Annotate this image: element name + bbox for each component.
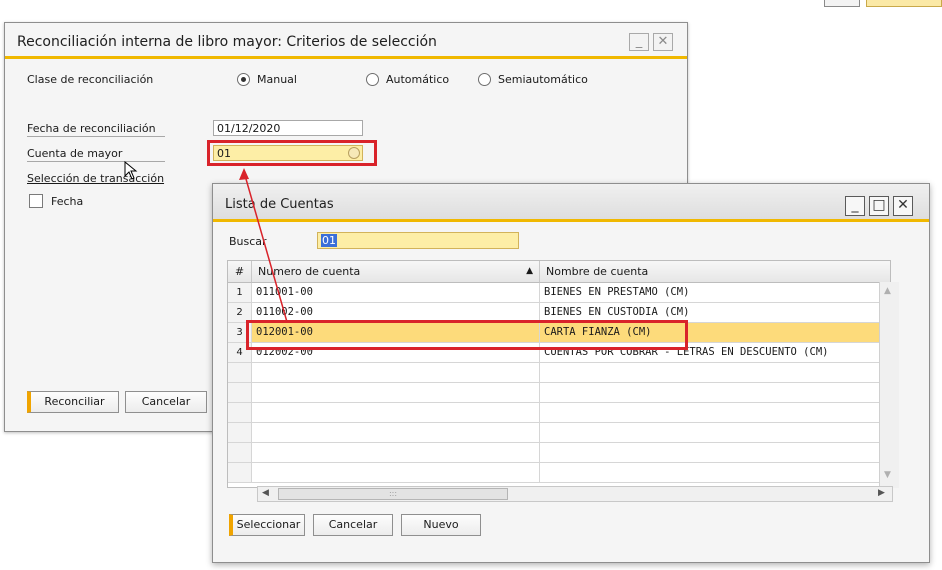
- radio-semiautomatic-label[interactable]: Semiautomático: [498, 73, 588, 86]
- row-number: 4: [228, 343, 252, 362]
- search-label: Buscar: [229, 235, 267, 248]
- empty-row: [228, 403, 890, 423]
- radio-automatic-label[interactable]: Automático: [386, 73, 449, 86]
- account-input[interactable]: 01: [213, 145, 363, 161]
- account-input-value: 01: [217, 147, 231, 160]
- dialog-cancel-button[interactable]: Cancelar: [313, 514, 393, 536]
- radio-manual[interactable]: [237, 73, 250, 86]
- empty-row: [228, 443, 890, 463]
- reconcile-button[interactable]: Reconciliar: [27, 391, 119, 413]
- account-list-dialog: Lista de Cuentas _ □ ✕ Buscar 01 # Numer…: [212, 183, 930, 563]
- dialog-title-bar: Lista de Cuentas _ □ ✕: [213, 184, 929, 222]
- search-input-value: 01: [321, 234, 337, 247]
- new-button[interactable]: Nuevo: [401, 514, 481, 536]
- row-account-name: CUENTAS POR COBRAR - LETRAS EN DESCUENTO…: [540, 343, 890, 362]
- row-account-name: BIENES EN CUSTODIA (CM): [540, 303, 890, 322]
- date-label-underline: [27, 136, 165, 137]
- account-label: Cuenta de mayor: [27, 147, 123, 160]
- sort-icon: ▲: [526, 266, 533, 276]
- account-label-underline: [27, 161, 165, 162]
- vertical-scrollbar[interactable]: ▲ ▼: [879, 282, 899, 488]
- empty-row: [228, 383, 890, 403]
- scroll-right-icon[interactable]: ▶: [878, 488, 885, 498]
- table-row[interactable]: 2 011002-00 BIENES EN CUSTODIA (CM): [228, 303, 890, 323]
- empty-row: [228, 463, 890, 483]
- cursor-icon: [124, 161, 138, 180]
- column-header-account-name[interactable]: Nombre de cuenta: [540, 261, 890, 283]
- row-number: 2: [228, 303, 252, 322]
- maximize-icon[interactable]: □: [869, 196, 889, 216]
- row-account-name: CARTA FIANZA (CM): [540, 323, 890, 342]
- main-window-title: Reconciliación interna de libro mayor: C…: [17, 34, 437, 50]
- table-row-selected[interactable]: 3 012001-00 CARTA FIANZA (CM): [228, 323, 890, 343]
- table-row[interactable]: 4 012002-00 CUENTAS POR COBRAR - LETRAS …: [228, 343, 890, 363]
- row-account-code: 011001-00: [252, 283, 540, 302]
- search-input[interactable]: 01: [317, 232, 519, 249]
- main-cancel-button[interactable]: Cancelar: [125, 391, 207, 413]
- horizontal-scrollbar[interactable]: ◀ ::: ▶: [257, 486, 893, 502]
- date-checkbox-label[interactable]: Fecha: [51, 195, 83, 208]
- close-icon[interactable]: ✕: [653, 33, 673, 51]
- close-icon[interactable]: ✕: [893, 196, 913, 216]
- column-header-account-number[interactable]: Numero de cuenta ▲: [252, 261, 540, 283]
- minimize-icon[interactable]: _: [845, 196, 865, 216]
- radio-semiautomatic[interactable]: [478, 73, 491, 86]
- minimize-icon[interactable]: _: [629, 33, 649, 51]
- row-account-code: 012002-00: [252, 343, 540, 362]
- column-header-number[interactable]: #: [228, 261, 252, 283]
- scroll-down-icon[interactable]: ▼: [884, 470, 891, 480]
- scroll-up-icon[interactable]: ▲: [884, 286, 891, 296]
- empty-row: [228, 423, 890, 443]
- row-account-code: 011002-00: [252, 303, 540, 322]
- lookup-icon[interactable]: [348, 147, 360, 159]
- scroll-thumb[interactable]: :::: [278, 488, 508, 500]
- main-title-bar: Reconciliación interna de libro mayor: C…: [5, 23, 687, 59]
- row-account-name: BIENES EN PRESTAMO (CM): [540, 283, 890, 302]
- row-number: 1: [228, 283, 252, 302]
- transaction-selection-link[interactable]: Selección de transacción: [27, 172, 164, 185]
- empty-row: [228, 363, 890, 383]
- table-row[interactable]: 1 011001-00 BIENES EN PRESTAMO (CM): [228, 283, 890, 303]
- select-button[interactable]: Seleccionar: [229, 514, 305, 536]
- date-input[interactable]: 01/12/2020: [213, 120, 363, 136]
- top-yellow-field[interactable]: [866, 0, 942, 7]
- reconciliation-class-label: Clase de reconciliación: [27, 73, 154, 86]
- row-account-code: 012001-00: [252, 323, 540, 342]
- radio-manual-label[interactable]: Manual: [257, 73, 297, 86]
- date-label: Fecha de reconciliación: [27, 122, 156, 135]
- top-search-button[interactable]: [824, 0, 860, 7]
- column-header-account-number-label: Numero de cuenta: [258, 265, 361, 278]
- radio-automatic[interactable]: [366, 73, 379, 86]
- date-checkbox[interactable]: [29, 194, 43, 208]
- dialog-title: Lista de Cuentas: [225, 197, 334, 212]
- account-grid: # Numero de cuenta ▲ Nombre de cuenta 1 …: [227, 260, 891, 488]
- row-number: 3: [228, 323, 252, 342]
- scroll-left-icon[interactable]: ◀: [262, 488, 269, 498]
